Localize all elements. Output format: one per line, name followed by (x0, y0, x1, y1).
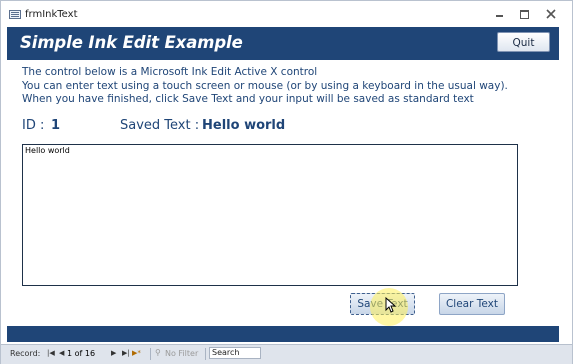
last-record-icon[interactable]: ▶| (122, 349, 130, 357)
page-title: Simple Ink Edit Example (20, 33, 243, 52)
filter-icon: ⚲ (155, 348, 161, 357)
title-bar: frmInkText (1, 1, 572, 27)
form-icon (9, 10, 21, 19)
save-text-button[interactable]: Save Text (350, 293, 415, 315)
intro-line: When you have finished, click Save Text … (22, 93, 474, 106)
clear-text-button[interactable]: Clear Text (439, 293, 505, 315)
quit-button[interactable]: Quit (497, 32, 550, 52)
form-footer (7, 326, 559, 342)
id-value: 1 (51, 118, 61, 133)
record-label: Record: (10, 349, 41, 358)
saved-text-label: Saved Text : (120, 118, 200, 133)
previous-record-icon[interactable]: ◀ (59, 349, 64, 357)
mouse-cursor-icon (385, 297, 396, 313)
record-navigation-bar: Record: |◀ ◀ 1 of 16 ▶ ▶| ▶* ⚲ No Filter… (1, 344, 572, 364)
next-record-icon[interactable]: ▶ (111, 349, 116, 357)
intro-line: The control below is a Microsoft Ink Edi… (22, 66, 318, 78)
form-window: frmInkText Simple Ink Edit Example Quit … (0, 0, 573, 364)
id-label: ID : (22, 118, 45, 133)
close-button[interactable] (542, 7, 560, 21)
record-position[interactable]: 1 of 16 (67, 348, 101, 359)
saved-text-value: Hello world (202, 118, 286, 133)
maximize-button[interactable] (515, 7, 533, 21)
first-record-icon[interactable]: |◀ (47, 349, 55, 357)
new-record-icon[interactable]: ▶* (132, 349, 141, 357)
intro-line: You can enter text using a touch screen … (22, 79, 508, 92)
filter-status[interactable]: No Filter (165, 349, 198, 358)
minimize-button[interactable] (490, 7, 508, 21)
form-header: Simple Ink Edit Example Quit (7, 27, 559, 60)
ink-content: Hello world (25, 146, 70, 155)
divider (205, 348, 206, 360)
close-icon (546, 9, 556, 19)
ink-edit-control[interactable]: Hello world (22, 144, 518, 286)
divider (150, 348, 151, 360)
intro-text: The control below is a Microsoft Ink Edi… (22, 66, 508, 107)
window-title: frmInkText (25, 9, 78, 20)
search-input[interactable]: Search (209, 347, 261, 359)
